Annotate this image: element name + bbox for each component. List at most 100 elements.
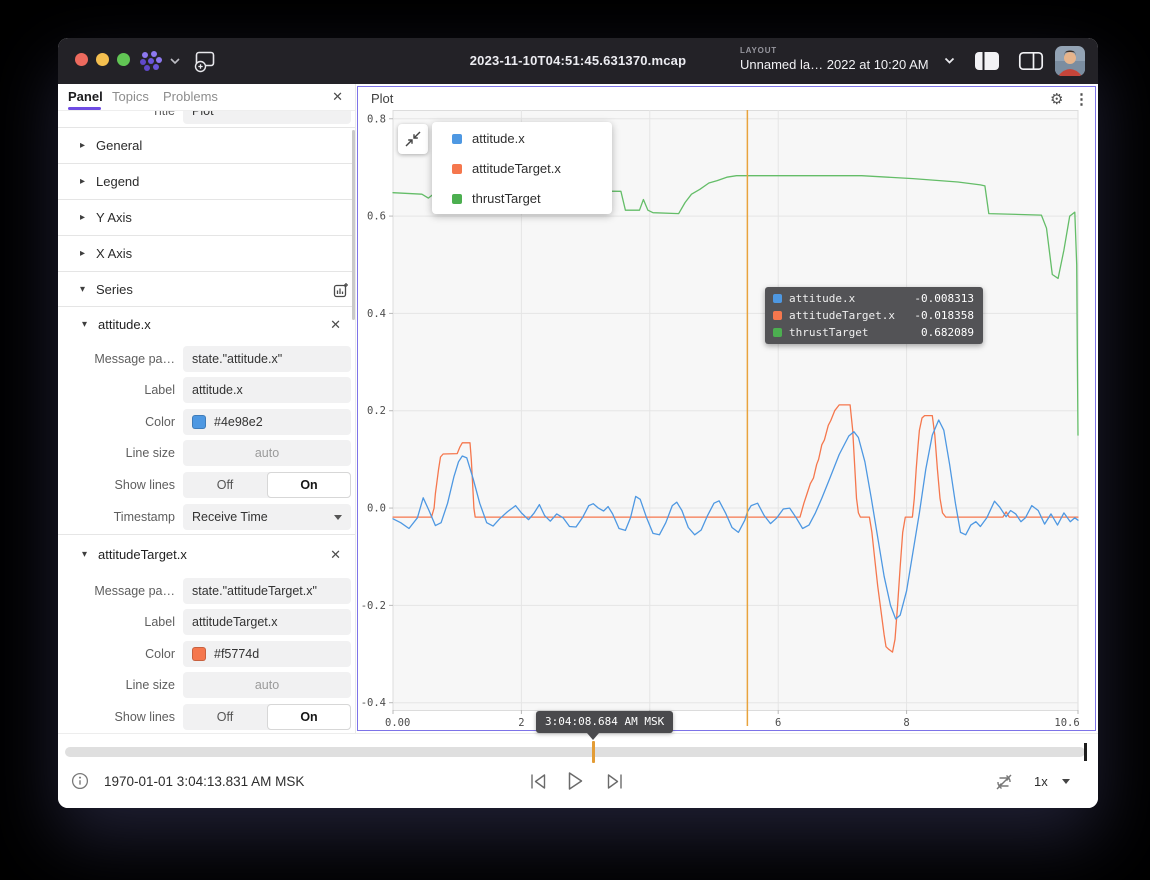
- add-panel-icon[interactable]: [192, 49, 217, 73]
- svg-text:10.67: 10.67: [1054, 717, 1080, 729]
- show-lines-off-button[interactable]: Off: [183, 704, 267, 730]
- svg-text:8: 8: [903, 717, 909, 729]
- data-source-chevron-icon[interactable]: [170, 58, 180, 65]
- chevron-down-icon[interactable]: [1062, 779, 1070, 784]
- caret-right-icon: ▸: [80, 200, 85, 236]
- panel-menu-kebab-icon[interactable]: ⋮: [1074, 90, 1089, 108]
- app-window: 2023-11-10T04:51:45.631370.mcap LAYOUT U…: [58, 38, 1098, 808]
- message-path-input[interactable]: state."attitudeTarget.x": [183, 578, 351, 604]
- series-header-attitude-target-x[interactable]: ▾ attitudeTarget.x ✕: [58, 537, 355, 573]
- playback-bar: 1970-01-01 3:04:13.831 AM MSK 1x: [58, 733, 1098, 808]
- left-sidebar-toggle-icon[interactable]: [974, 51, 1000, 71]
- section-legend[interactable]: ▸ Legend: [58, 163, 355, 199]
- tab-topics[interactable]: Topics: [112, 84, 149, 110]
- line-size-input[interactable]: auto: [183, 672, 351, 698]
- chevron-down-icon: [334, 515, 342, 520]
- show-lines-off-button[interactable]: Off: [183, 472, 267, 498]
- field-row-label: Label attitudeTarget.x: [58, 609, 355, 635]
- window-minimize-button[interactable]: [96, 53, 109, 66]
- info-icon[interactable]: [71, 772, 89, 790]
- section-y-axis[interactable]: ▸ Y Axis: [58, 199, 355, 235]
- title-field-label: Title: [58, 111, 175, 124]
- svg-text:6: 6: [775, 717, 781, 729]
- playback-speed-selector[interactable]: 1x: [1034, 771, 1048, 793]
- field-row-timestamp: Timestamp Receive Time: [58, 504, 355, 530]
- legend-item-thrust-target[interactable]: thrustTarget: [432, 184, 612, 214]
- series-color-swatch: [773, 311, 782, 320]
- show-lines-toggle: Off On: [183, 704, 351, 730]
- plot-legend: attitude.x attitudeTarget.x thrustTarget: [432, 122, 612, 214]
- caret-down-icon: ▾: [80, 272, 85, 308]
- timestamp-select[interactable]: Receive Time: [183, 504, 351, 530]
- timeline-scrubber[interactable]: [65, 747, 1085, 757]
- svg-text:0.4: 0.4: [367, 308, 386, 320]
- field-row-line-size: Line size auto: [58, 440, 355, 466]
- svg-text:-0.4: -0.4: [361, 697, 386, 709]
- legend-item-attitude-x[interactable]: attitude.x: [432, 124, 612, 154]
- label-input[interactable]: attitude.x: [183, 377, 351, 403]
- legend-item-attitude-target-x[interactable]: attitudeTarget.x: [432, 154, 612, 184]
- line-size-input[interactable]: auto: [183, 440, 351, 466]
- window-zoom-button[interactable]: [117, 53, 130, 66]
- color-swatch[interactable]: [192, 647, 206, 661]
- color-input[interactable]: #4e98e2: [183, 409, 351, 435]
- scrubber-tooltip-arrow: [587, 733, 599, 740]
- field-row-show-lines: Show lines Off On: [58, 704, 355, 730]
- message-path-input[interactable]: state."attitude.x": [183, 346, 351, 372]
- show-lines-on-button[interactable]: On: [267, 704, 351, 730]
- layout-selector[interactable]: Unnamed la… 2022 at 10:20 AM: [740, 57, 929, 72]
- caret-down-icon: ▾: [82, 537, 87, 573]
- series-color-swatch: [452, 194, 462, 204]
- sidebar-close-icon[interactable]: ✕: [332, 84, 343, 110]
- legend-collapse-button[interactable]: [398, 124, 428, 154]
- sidebar-scrollbar[interactable]: [352, 130, 355, 320]
- titlebar: 2023-11-10T04:51:45.631370.mcap LAYOUT U…: [58, 38, 1098, 84]
- sidebar-scroll-area[interactable]: Title Plot ▸ General ▸ Legend ▸ Y Axis: [58, 111, 355, 733]
- series-header-attitude-x[interactable]: ▾ attitude.x ✕: [58, 307, 355, 343]
- seek-forward-button[interactable]: [606, 773, 624, 790]
- svg-text:0.8: 0.8: [367, 113, 386, 125]
- svg-text:2: 2: [518, 717, 524, 729]
- svg-text:0.00: 0.00: [385, 717, 410, 729]
- tooltip-row: attitudeTarget.x -0.018358: [765, 307, 983, 324]
- field-row-message-path: Message pa… state."attitudeTarget.x": [58, 578, 355, 604]
- color-input[interactable]: #f5774d: [183, 641, 351, 667]
- svg-text:0.6: 0.6: [367, 211, 386, 223]
- tab-problems[interactable]: Problems: [163, 84, 218, 110]
- series-color-swatch: [773, 328, 782, 337]
- section-x-axis[interactable]: ▸ X Axis: [58, 235, 355, 271]
- app-logo-icon[interactable]: [138, 50, 164, 72]
- series-color-swatch: [452, 134, 462, 144]
- show-lines-on-button[interactable]: On: [267, 472, 351, 498]
- layout-chevron-icon[interactable]: [944, 57, 955, 65]
- remove-series-icon[interactable]: ✕: [330, 312, 341, 338]
- section-general[interactable]: ▸ General: [58, 127, 355, 163]
- panel-settings-gear-icon[interactable]: ⚙: [1050, 90, 1063, 108]
- seek-backward-button[interactable]: [529, 773, 547, 790]
- timeline-playhead[interactable]: [592, 741, 595, 763]
- field-row-line-size: Line size auto: [58, 672, 355, 698]
- tooltip-row: attitude.x -0.008313: [765, 290, 983, 307]
- window-close-button[interactable]: [75, 53, 88, 66]
- layout-caption: LAYOUT: [740, 46, 777, 55]
- play-button[interactable]: [567, 771, 584, 791]
- caret-right-icon: ▸: [80, 164, 85, 200]
- remove-series-icon[interactable]: ✕: [330, 542, 341, 568]
- title-field-input[interactable]: Plot: [183, 111, 351, 124]
- color-swatch[interactable]: [192, 415, 206, 429]
- field-row-color: Color #4e98e2: [58, 409, 355, 435]
- loop-off-icon[interactable]: [994, 772, 1014, 792]
- caret-down-icon: ▾: [82, 307, 87, 343]
- series-color-swatch: [452, 164, 462, 174]
- section-series[interactable]: ▾ Series: [58, 271, 355, 307]
- svg-text:0.0: 0.0: [367, 503, 386, 515]
- settings-sidebar: Panel Topics Problems ✕ Title Plot ▸: [58, 84, 356, 733]
- desktop-background: 2023-11-10T04:51:45.631370.mcap LAYOUT U…: [0, 0, 1150, 880]
- field-row-message-path: Message pa… state."attitude.x": [58, 346, 355, 372]
- user-avatar[interactable]: [1055, 46, 1085, 76]
- collapse-arrows-icon: [398, 124, 428, 154]
- label-input[interactable]: attitudeTarget.x: [183, 609, 351, 635]
- right-sidebar-toggle-icon[interactable]: [1018, 51, 1044, 71]
- add-series-icon[interactable]: [333, 282, 349, 298]
- field-row-label: Label attitude.x: [58, 377, 355, 403]
